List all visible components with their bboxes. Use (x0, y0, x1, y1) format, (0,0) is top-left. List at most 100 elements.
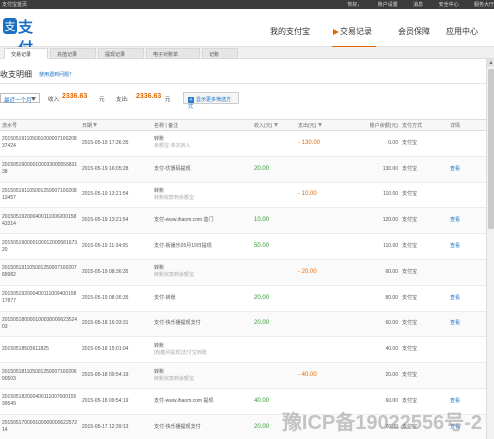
balance-cell: 110.00 (348, 233, 400, 260)
balance-value: 110.00 (383, 243, 398, 250)
table-row: 20150519110500125000710020813457 2015-05-… (0, 182, 486, 209)
nav-app-center[interactable]: 应用中心 (446, 26, 478, 37)
balance-value: 20.00 (385, 372, 398, 379)
tab-bookkeeping[interactable]: 记账 (202, 48, 238, 59)
view-detail-link[interactable]: 查看 (450, 295, 460, 301)
income-cell (252, 336, 296, 364)
date-cell: 2015-05-19 13:21:54 (80, 182, 152, 209)
scrollbar[interactable]: ▲ (486, 59, 494, 439)
date-cell: 2015-05-18 09:54:19 (80, 362, 152, 389)
method-cell: 支付宝 (400, 233, 448, 260)
transaction-note: 转账收款到余额宝 (154, 375, 195, 382)
caret-icon (333, 28, 339, 35)
expense-label: 支出: (116, 97, 129, 103)
account-settings-link[interactable]: 账户设置 (378, 2, 398, 8)
page-title: 收支明细 (0, 70, 32, 79)
name-cell: 转账 转账收款到余额宝 (152, 362, 252, 389)
expense-cell (296, 311, 348, 338)
alipay-home-link[interactable]: 支付宝首页 (2, 1, 27, 8)
scroll-thumb[interactable] (488, 69, 494, 229)
tab-recharge-records[interactable]: 充值记录 (50, 48, 96, 59)
divider (0, 83, 486, 84)
transaction-note: [有趣问提现]支付宝转账 (154, 349, 207, 356)
col-serial: 流水号 (0, 119, 80, 131)
serial-cell: 20150519110500125000710020813457 (0, 182, 80, 209)
expense-cell (296, 156, 348, 183)
detail-cell (448, 259, 486, 286)
income-cell (252, 259, 296, 286)
transaction-date: 2015-05-19 16:05:28 (82, 165, 129, 172)
date-cell: 2015-05-19 08:36:35 (80, 259, 152, 286)
transaction-name: 转账 (154, 265, 165, 272)
transaction-name: 转账 (154, 136, 165, 143)
view-detail-link[interactable]: 查看 (450, 398, 460, 404)
table-row: 20150518503611825 2015-05-18 15:01:04 转账 [有… (0, 336, 486, 364)
security-center-link[interactable]: 安全中心 (439, 2, 459, 8)
payment-method: 支付宝 (402, 268, 418, 275)
nav-my-alipay[interactable]: 我的支付宝 (270, 26, 310, 37)
transaction-name: 转账 (154, 368, 165, 375)
nav-transaction-records[interactable]: 交易记录 (332, 26, 372, 37)
payment-method: 支付宝 (402, 165, 418, 172)
view-detail-link[interactable]: 查看 (450, 320, 460, 326)
view-detail-link[interactable]: 查看 (450, 166, 460, 172)
balance-cell: 80.00 (348, 285, 400, 312)
sub-nav: 交易记录 充值记录 提现记录 电子对账单 记账 (0, 47, 494, 59)
detail-cell[interactable]: 查看 (448, 156, 486, 183)
income-value: 20.00 (254, 320, 270, 327)
name-cell: 支付-www.ihaom.com 提现 (152, 388, 252, 415)
view-detail-link[interactable]: 查看 (450, 243, 460, 249)
detail-cell[interactable]: 查看 (448, 285, 486, 312)
name-cell: 支付-街播乐05月19日提现 (152, 233, 252, 260)
balance-value: 130.00 (382, 165, 398, 172)
income-cell: 10.00 (252, 207, 296, 235)
more-filters-button[interactable]: + 显示更多筛选方式 (183, 92, 239, 110)
view-detail-link[interactable]: 查看 (450, 217, 460, 223)
watermark: 豫ICP备19022556号-2 (281, 412, 482, 434)
sort-icon (317, 122, 322, 127)
transaction-name: 支付-快乐播提现支付 (154, 423, 201, 430)
expense-cell (296, 233, 348, 260)
income-value: 20.00 (254, 423, 270, 430)
table-row: 20150519200040011100940015817877 2015-05-… (0, 285, 486, 312)
col-expense[interactable]: 支出(元) (296, 119, 348, 131)
serial-cell: 20150519200040011100940015817877 (0, 285, 80, 312)
balance-cell: 60.00 (348, 311, 400, 338)
detail-cell[interactable]: 查看 (448, 233, 486, 260)
col-expense-label: 支出(元) (298, 122, 317, 129)
method-cell: 支付宝 (400, 207, 448, 235)
detail-cell (448, 130, 486, 157)
payment-method: 支付宝 (402, 346, 418, 353)
col-income[interactable]: 收入(元) (252, 119, 296, 131)
transaction-date: 2015-05-19 11:34:05 (82, 243, 129, 250)
serial-cell: 20150519200040011100620015843314 (0, 207, 80, 235)
messages-link[interactable]: 消息 (413, 2, 423, 8)
serial-cell: 20150518200040011100700015599549 (0, 388, 80, 415)
service-hall-link[interactable]: 服务大厅 (474, 2, 494, 8)
transaction-name: 转账 (154, 187, 165, 194)
nav-member-protection[interactable]: 会员保障 (398, 26, 430, 37)
alipay-logo[interactable]: 支 支付宝 (2, 13, 42, 78)
date-range-select[interactable]: 最近一个月 (0, 93, 40, 104)
date-cell: 2015-05-18 09:54:19 (80, 388, 152, 415)
detail-cell[interactable]: 查看 (448, 311, 486, 338)
help-link[interactable]: 使用遇到问题？ (39, 71, 74, 78)
detail-cell[interactable]: 查看 (448, 207, 486, 235)
serial-number: 20150518503611825 (2, 346, 49, 353)
scroll-up-arrow-icon[interactable]: ▲ (487, 59, 494, 67)
filter-bar: 最近一个月 收入: 2336.63 元 支出: 2336.63 元 + 显示更多筛… (0, 92, 486, 110)
transaction-name: 支付-街播乐05月19日提现 (154, 243, 212, 250)
expense-total: 2336.63 (136, 93, 162, 100)
tab-transaction-records[interactable]: 交易记录 (4, 48, 48, 59)
transaction-date: 2015-05-19 08:36:35 (82, 294, 129, 301)
sort-icon (93, 122, 98, 127)
name-cell: 支付-优惠码提现 (152, 156, 252, 183)
tab-withdraw-records[interactable]: 提现记录 (98, 48, 144, 59)
col-date[interactable]: 日期 (80, 119, 152, 131)
payment-method: 支付宝 (402, 372, 418, 379)
col-date-label: 日期 (82, 122, 93, 129)
tab-e-statement[interactable]: 电子对账单 (146, 48, 200, 59)
balance-cell: 110.00 (348, 182, 400, 209)
name-cell: 转账 转账收款到余额宝 (152, 182, 252, 209)
balance-value: 120.00 (382, 217, 398, 224)
